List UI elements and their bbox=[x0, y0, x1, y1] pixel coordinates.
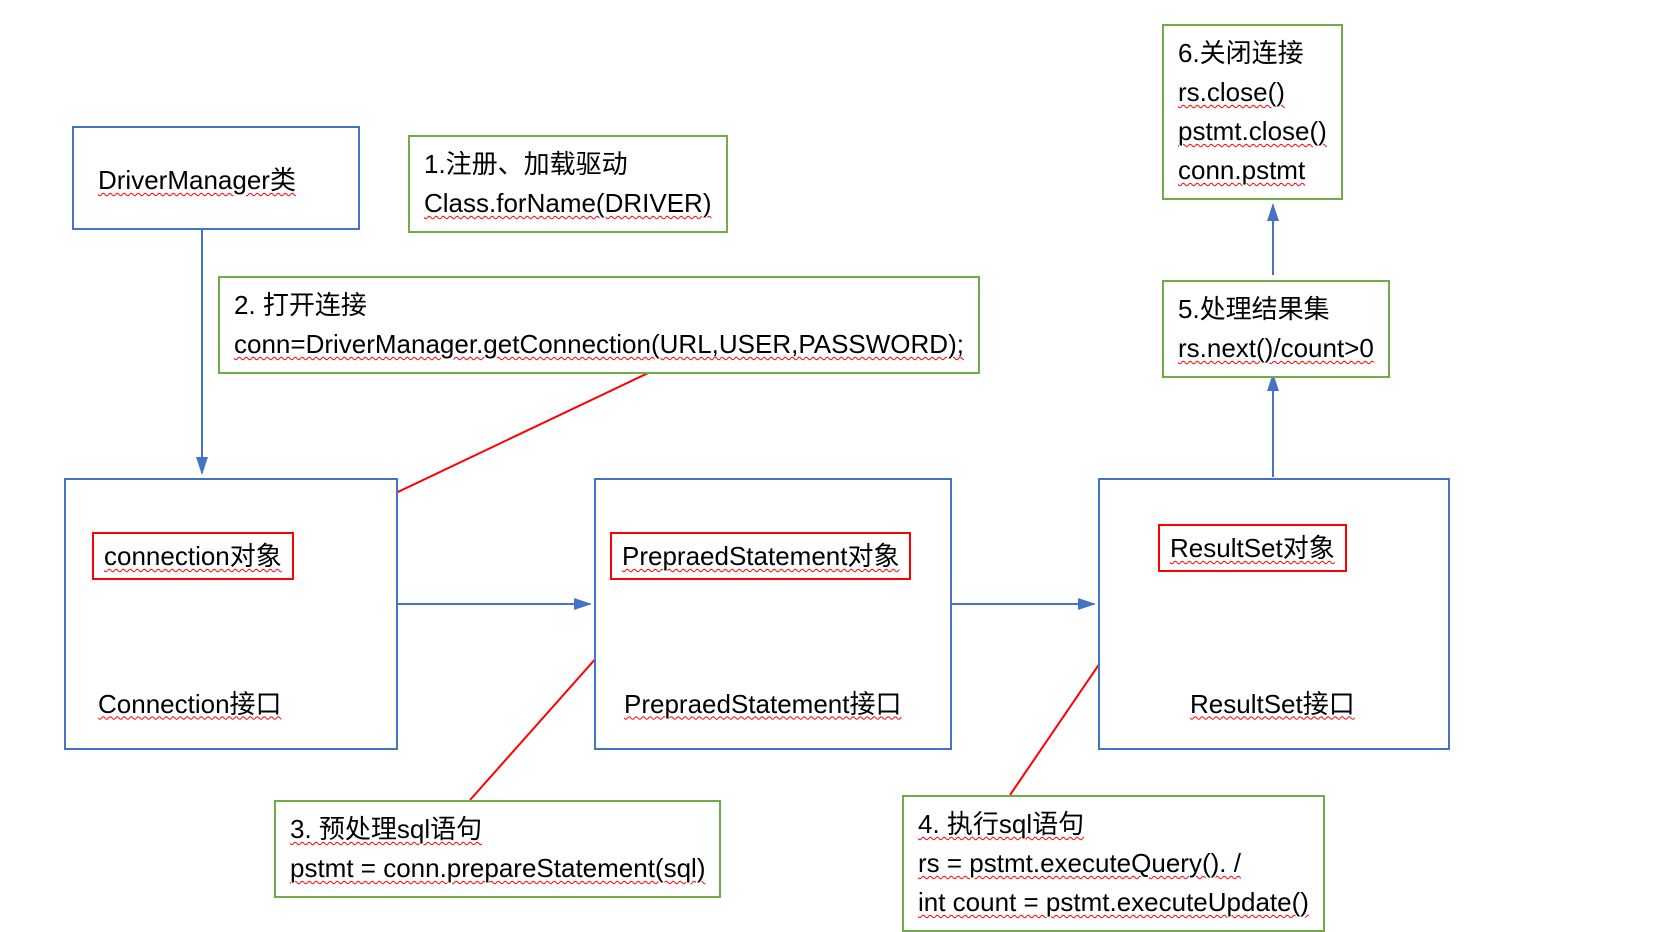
step-4: 4. 执行sql语句 rs = pstmt.executeQuery(). / … bbox=[902, 795, 1325, 932]
step-5-line2: rs.next()/count>0 bbox=[1178, 333, 1374, 363]
connection-if-label: Connection接口 bbox=[98, 689, 282, 719]
step-5: 5.处理结果集 rs.next()/count>0 bbox=[1162, 280, 1390, 378]
node-prepared-statement: PrepraedStatement接口 bbox=[594, 478, 952, 750]
step-2-line2: conn=DriverManager.getConnection(URL,USE… bbox=[234, 329, 964, 359]
step-3: 3. 预处理sql语句 pstmt = conn.prepareStatemen… bbox=[274, 800, 721, 898]
result-set-object: ResultSet对象 bbox=[1158, 524, 1347, 572]
step-4-line1: 4. 执行sql语句 bbox=[918, 809, 1084, 839]
node-connection: Connection接口 bbox=[64, 478, 398, 750]
prepstmt-if-label: PrepraedStatement接口 bbox=[624, 689, 901, 719]
step-1-line1: 1.注册、加载驱动 bbox=[424, 145, 712, 184]
step-6: 6.关闭连接 rs.close() pstmt.close() conn.pst… bbox=[1162, 24, 1343, 200]
step-1-line2: Class.forName(DRIVER) bbox=[424, 188, 712, 218]
prepared-statement-object: PrepraedStatement对象 bbox=[610, 532, 911, 580]
step-6-line1: 6.关闭连接 bbox=[1178, 34, 1327, 73]
step-4-line2: rs = pstmt.executeQuery(). / bbox=[918, 848, 1241, 878]
step-3-line2: pstmt = conn.prepareStatement(sql) bbox=[290, 853, 705, 883]
node-driver-manager: DriverManager类 bbox=[72, 126, 360, 230]
driver-manager-label: DriverManager类 bbox=[98, 165, 296, 195]
node-result-set: ResultSet接口 bbox=[1098, 478, 1450, 750]
resultset-if-label: ResultSet接口 bbox=[1190, 689, 1355, 719]
step-6-line3: pstmt.close() bbox=[1178, 116, 1327, 146]
step-5-line1: 5.处理结果集 bbox=[1178, 290, 1374, 329]
step-6-line4: conn.pstmt bbox=[1178, 155, 1305, 185]
step-2: 2. 打开连接 conn=DriverManager.getConnection… bbox=[218, 276, 980, 374]
prepstmt-obj-label: PrepraedStatement对象 bbox=[622, 541, 899, 571]
connection-object: connection对象 bbox=[92, 532, 294, 580]
step-1: 1.注册、加载驱动 Class.forName(DRIVER) bbox=[408, 135, 728, 233]
step-2-line1: 2. 打开连接 bbox=[234, 286, 964, 325]
step-3-line1: 3. 预处理sql语句 bbox=[290, 814, 482, 844]
step-4-line3: int count = pstmt.executeUpdate() bbox=[918, 887, 1309, 917]
connection-obj-label: connection对象 bbox=[104, 541, 282, 571]
step-6-line2: rs.close() bbox=[1178, 77, 1285, 107]
resultset-obj-label: ResultSet对象 bbox=[1170, 533, 1335, 563]
